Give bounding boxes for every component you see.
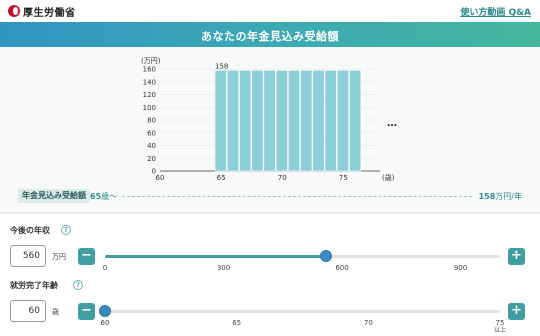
- question-icon[interactable]: ?: [73, 280, 83, 290]
- work-age-label: 就労完了年齢: [10, 281, 58, 290]
- y-tick-label: 60: [147, 129, 156, 137]
- chart-x-ticks: 60 65 70 75: [156, 174, 348, 182]
- work-age-slider-handle[interactable]: [99, 305, 111, 317]
- result-amount-suffix: 万円/年: [495, 192, 522, 201]
- result-amount: 158万円/年: [479, 191, 522, 202]
- y-tick-label: 80: [147, 117, 156, 125]
- income-unit: 万円: [52, 253, 66, 261]
- income-label: 今後の年収: [10, 226, 50, 235]
- y-tick-label: 160: [143, 66, 156, 74]
- result-label: 年金見込み受給額: [18, 189, 90, 203]
- income-input[interactable]: 560: [10, 245, 46, 267]
- page-title: あなたの年金見込み受給額: [201, 30, 339, 43]
- bar: [239, 69, 252, 172]
- bar: [336, 69, 349, 172]
- top-bar: 厚生労働省 使い方動画 Q&A: [0, 0, 540, 22]
- work-age-unit: 歳: [52, 308, 59, 316]
- result-start-age: 65歳〜: [90, 191, 117, 202]
- scale-tick-note: 以上: [493, 327, 507, 334]
- income-slider-handle[interactable]: [320, 250, 333, 262]
- scale-tick-label: 300: [216, 264, 231, 272]
- y-tick-label: 100: [143, 104, 156, 112]
- y-tick-label: 20: [147, 155, 156, 163]
- bar: [263, 69, 276, 172]
- bar: [251, 69, 264, 172]
- work-age-increase-button[interactable]: +: [508, 303, 525, 320]
- scale-tick-label: 70: [363, 319, 373, 327]
- work-age-input[interactable]: 60: [10, 300, 46, 322]
- result-divider: [122, 196, 472, 197]
- bar: [226, 69, 239, 172]
- bar: [275, 69, 288, 172]
- bar: [324, 69, 337, 172]
- header-banner: あなたの年金見込み受給額: [0, 22, 540, 47]
- x-tick-label: 70: [278, 174, 287, 182]
- bar: [214, 69, 227, 172]
- work-age-slider-track[interactable]: [105, 310, 500, 313]
- section-divider: [0, 212, 540, 214]
- bar-value-label: 158: [215, 62, 228, 70]
- y-tick-label: 120: [143, 91, 156, 99]
- x-tick-label: 75: [339, 174, 348, 182]
- scale-tick-label: 900: [453, 264, 468, 272]
- logo-text: 厚生労働省: [23, 7, 76, 19]
- bar: [349, 69, 362, 172]
- income-decrease-button[interactable]: −: [78, 248, 95, 265]
- y-tick-label: 40: [147, 142, 156, 150]
- work-age-decrease-button[interactable]: −: [78, 303, 95, 320]
- result-summary: 年金見込み受給額 65歳〜 158万円/年: [0, 185, 540, 205]
- income-increase-button[interactable]: +: [508, 248, 525, 265]
- scale-tick-label: 75 以上: [493, 319, 507, 334]
- chart-bars: [214, 69, 362, 172]
- y-tick-label: 140: [143, 78, 156, 86]
- logo-icon: [8, 5, 20, 17]
- result-age-suffix: 歳〜: [101, 192, 118, 201]
- y-axis-unit: (万円): [141, 57, 161, 65]
- bar: [288, 69, 301, 172]
- result-age-value: 65: [90, 192, 102, 201]
- ellipsis-icon[interactable]: …: [387, 118, 397, 129]
- income-slider-fill: [105, 255, 327, 258]
- scale-tick-label: 65: [232, 319, 242, 327]
- result-amount-value: 158: [478, 192, 496, 201]
- bar: [312, 69, 325, 172]
- help-video-link[interactable]: 使い方動画 Q&A: [460, 5, 531, 18]
- chart-y-ticks: 020406080100120140160: [143, 66, 156, 176]
- scale-tick-label: 600: [335, 264, 349, 272]
- scale-tick-label: 0: [102, 264, 108, 272]
- x-tick-label: 65: [217, 174, 226, 182]
- x-tick-label: 60: [156, 174, 165, 182]
- ministry-logo[interactable]: 厚生労働省: [8, 3, 76, 19]
- scale-tick-label: 60: [100, 319, 110, 327]
- pension-simulator-screen: 厚生労働省 使い方動画 Q&A あなたの年金見込み受給額 0 20 40 60 80 10…: [0, 0, 540, 336]
- bar: [300, 69, 313, 172]
- question-icon[interactable]: ?: [61, 225, 71, 235]
- x-axis-unit: (歳): [382, 173, 395, 182]
